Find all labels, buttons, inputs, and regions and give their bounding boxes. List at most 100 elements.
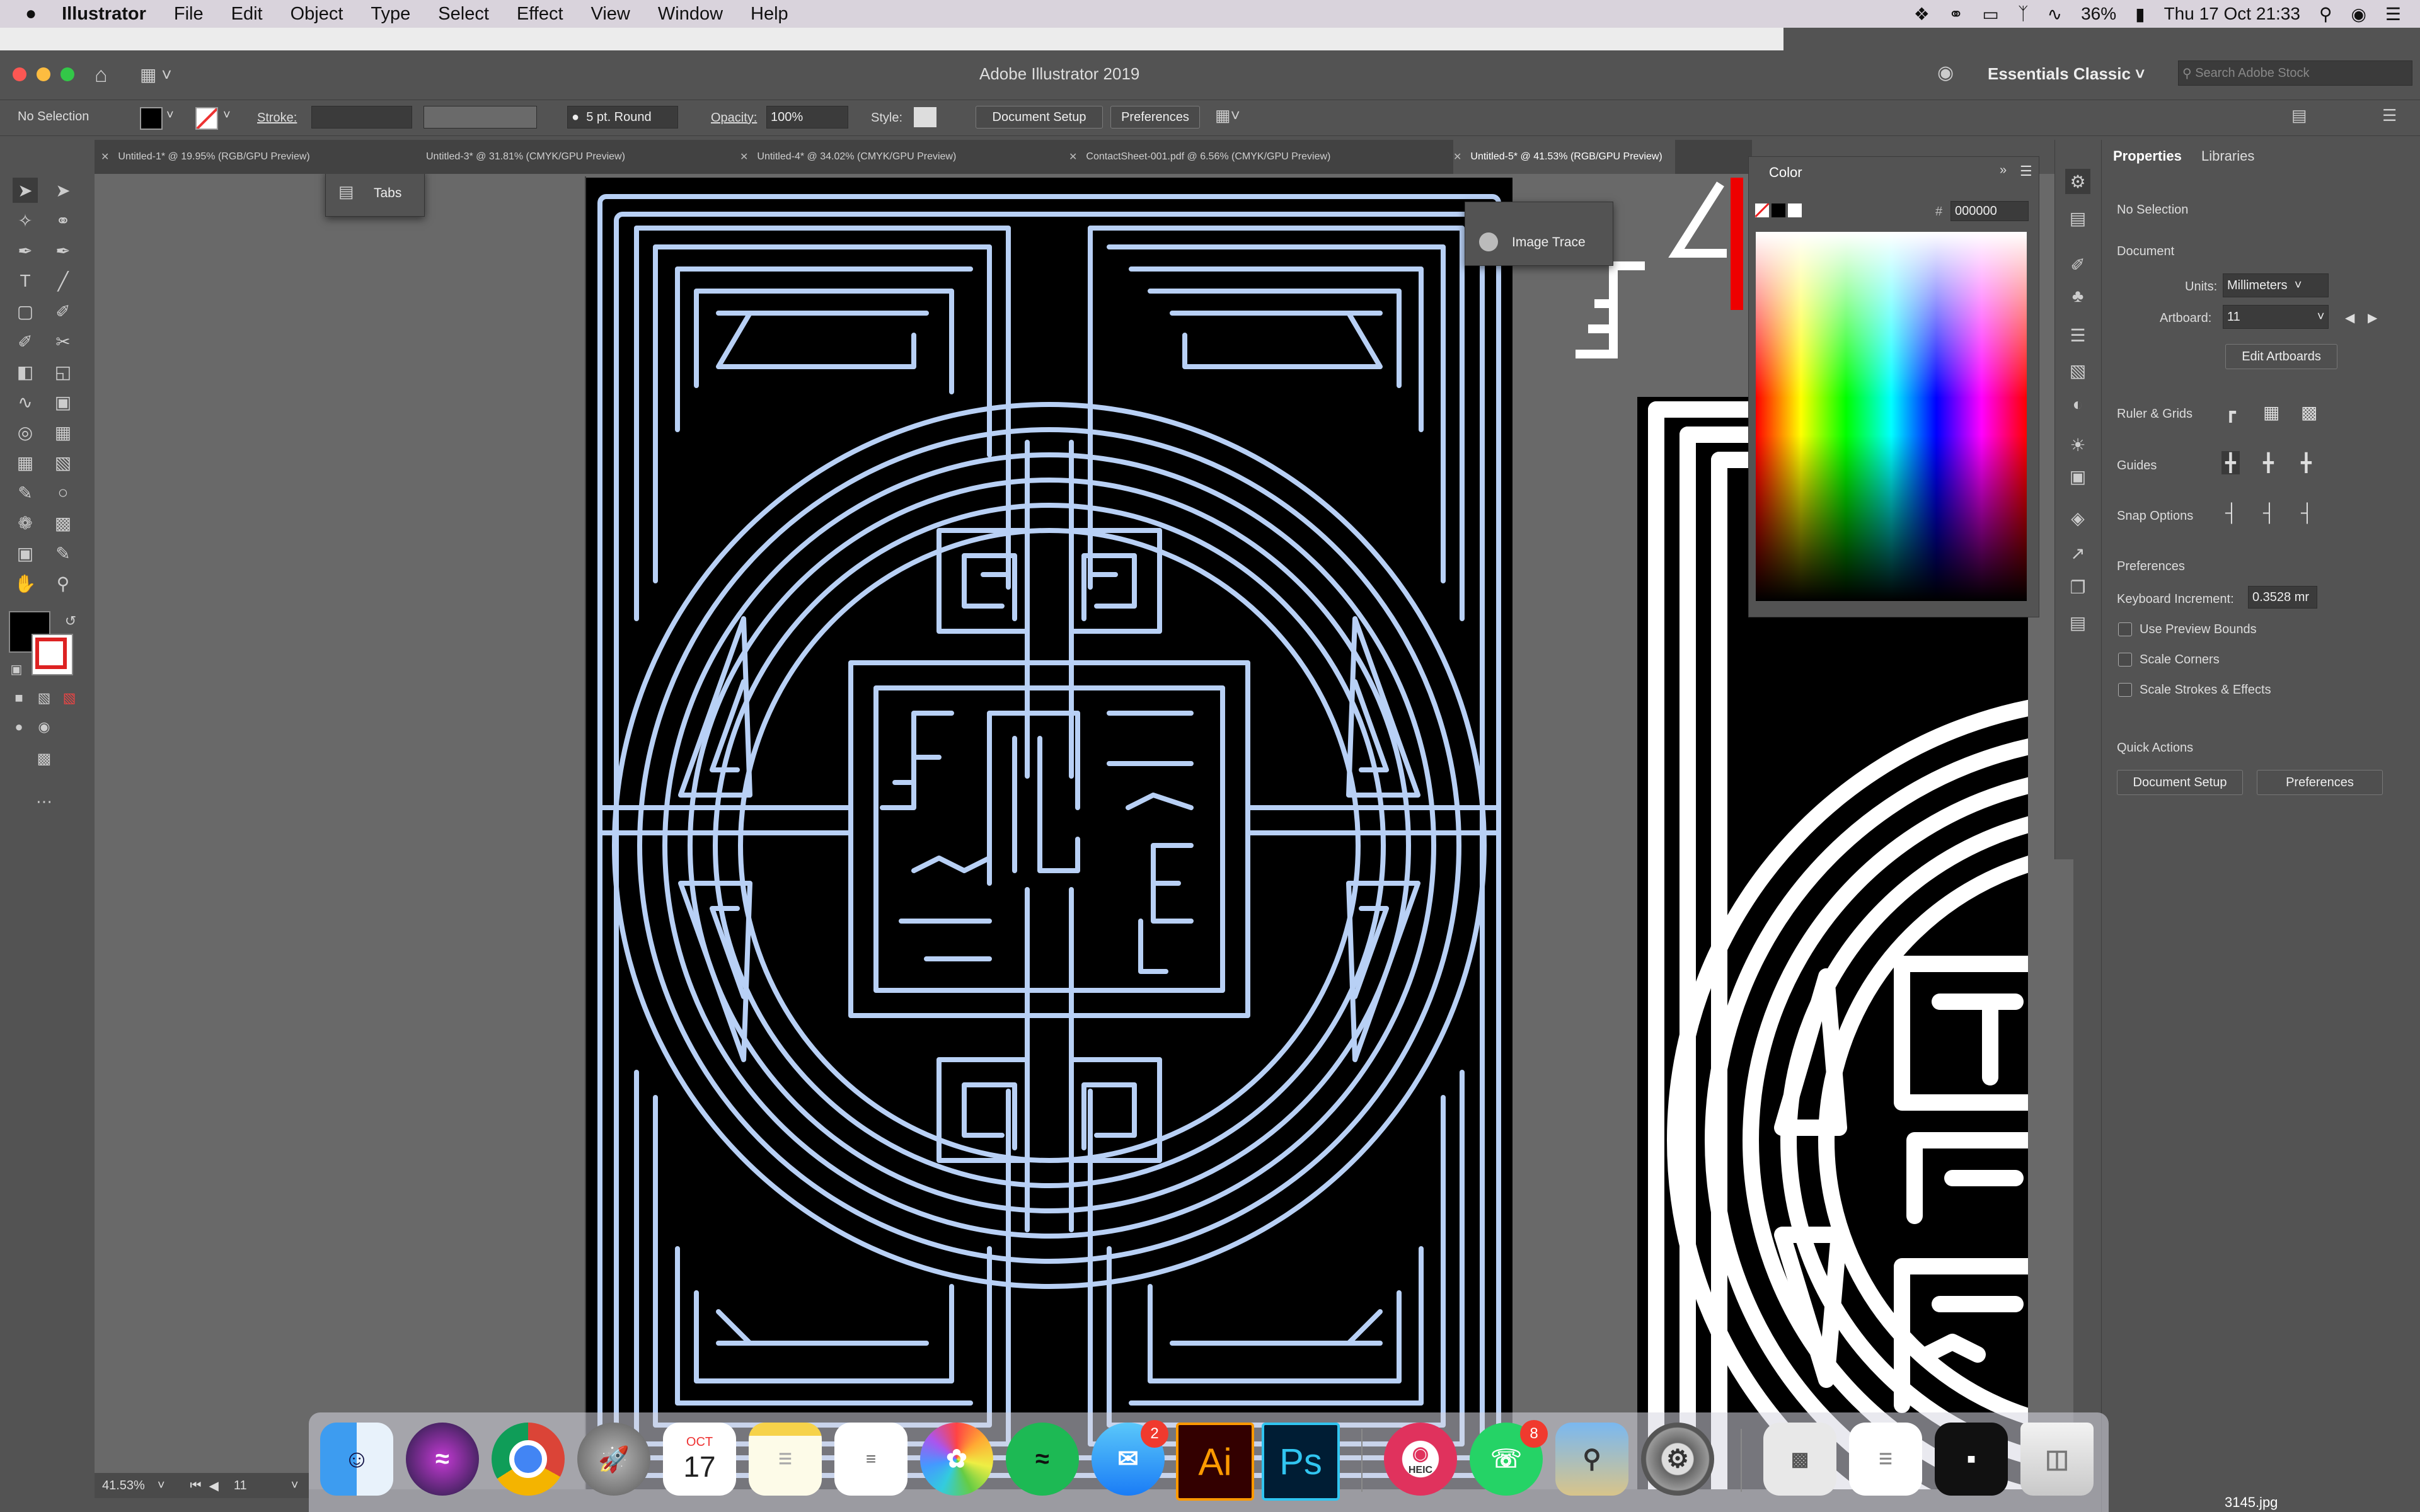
- lightbulb-icon[interactable]: ◉: [1937, 62, 1954, 84]
- quick-preferences-button[interactable]: Preferences: [2257, 770, 2383, 795]
- apple-menu-icon[interactable]: ●: [25, 3, 37, 25]
- stroke-panel-icon[interactable]: ☰: [2065, 323, 2090, 348]
- pen-tool-icon[interactable]: ✒: [13, 238, 38, 263]
- home-icon[interactable]: ⌂: [95, 63, 108, 88]
- reminders-icon[interactable]: ≡: [834, 1423, 908, 1496]
- preview-icon[interactable]: ⚲: [1555, 1423, 1628, 1496]
- export-icon[interactable]: ↗: [2065, 541, 2090, 566]
- menu-window[interactable]: Window: [658, 4, 723, 25]
- blend-tool-icon[interactable]: ○: [50, 480, 76, 505]
- siri-icon[interactable]: ≈: [406, 1423, 479, 1496]
- artboard-number[interactable]: 11: [234, 1479, 247, 1493]
- artboard-select[interactable]: 11 ˅: [2223, 305, 2329, 329]
- creative-cloud-icon[interactable]: ⚭: [1949, 4, 1963, 25]
- color-panel-menu-icon[interactable]: ☰: [2020, 163, 2032, 180]
- dropbox-icon[interactable]: ❖: [1914, 4, 1930, 25]
- artboards-panel-icon[interactable]: ❐: [2065, 575, 2090, 600]
- chrome-icon[interactable]: [492, 1423, 565, 1496]
- warp-tool-icon[interactable]: ∿: [13, 389, 38, 415]
- fill-swatch[interactable]: [140, 107, 163, 130]
- swap-fill-stroke-icon[interactable]: ↺: [58, 609, 83, 634]
- close-tab-icon[interactable]: ✕: [740, 151, 748, 163]
- none-mode-icon[interactable]: ▧: [57, 685, 82, 711]
- calendar-icon[interactable]: OCT 17: [663, 1423, 736, 1496]
- close-tab-icon[interactable]: ✕: [1453, 151, 1461, 163]
- asset-export-icon[interactable]: ▤: [2065, 610, 2090, 635]
- previous-artboard-icon[interactable]: ◀: [2345, 310, 2354, 326]
- workspace-switcher[interactable]: Essentials Classic ˅: [1988, 64, 2145, 84]
- notes-icon[interactable]: ☰: [749, 1423, 822, 1496]
- zoom-window-button[interactable]: [60, 67, 74, 81]
- rulers-icon[interactable]: ┏: [2225, 402, 2236, 423]
- perspective-grid-tool-icon[interactable]: ▦: [50, 420, 76, 445]
- edit-toolbar-icon[interactable]: ⋯: [32, 789, 57, 814]
- stroke-dropdown-icon[interactable]: ˅: [223, 108, 231, 123]
- magic-wand-tool-icon[interactable]: ✧: [13, 208, 38, 233]
- trash-icon[interactable]: ◫: [2020, 1423, 2094, 1496]
- illustrator-icon[interactable]: Ai: [1176, 1423, 1254, 1501]
- cc-libraries-icon[interactable]: ▤: [2065, 205, 2090, 231]
- reflect-tool-icon[interactable]: ◧: [13, 359, 38, 384]
- previous-artboard-nav-icon[interactable]: ◀: [209, 1478, 219, 1494]
- align-icon[interactable]: ▤: [2291, 106, 2307, 125]
- menu-object[interactable]: Object: [291, 4, 343, 25]
- scale-strokes-checkbox[interactable]: [2118, 683, 2132, 697]
- artboard-tool-icon[interactable]: ▣: [13, 541, 38, 566]
- default-fill-stroke-icon[interactable]: ▣: [4, 656, 29, 682]
- layers-icon[interactable]: ◈: [2065, 505, 2090, 530]
- stroke-swatch[interactable]: [195, 107, 218, 130]
- snap-to-grid-icon[interactable]: ┤: [2263, 503, 2276, 523]
- transparency-icon[interactable]: ◐: [2065, 392, 2090, 417]
- tab-untitled-1[interactable]: ✕ Untitled-1* @ 19.95% (RGB/GPU Preview): [101, 140, 310, 174]
- battery-level[interactable]: 36%: [2081, 4, 2116, 24]
- color-mode-icon[interactable]: ■: [6, 685, 32, 711]
- hand-tool-icon[interactable]: ✋: [13, 571, 38, 596]
- shape-builder-tool-icon[interactable]: ◎: [13, 420, 38, 445]
- opacity-input[interactable]: 100%: [766, 106, 848, 129]
- screen-mode-icon[interactable]: ▩: [32, 746, 57, 771]
- panel-collapse-icon[interactable]: »: [2000, 163, 2007, 178]
- notification-center-icon[interactable]: ☰: [2385, 4, 2401, 25]
- line-segment-tool-icon[interactable]: ╱: [50, 268, 76, 294]
- tab-contactsheet[interactable]: ✕ ContactSheet-001.pdf @ 6.56% (CMYK/GPU …: [1069, 140, 1330, 174]
- rectangle-tool-icon[interactable]: ▢: [13, 299, 38, 324]
- artboard-dropdown-icon[interactable]: ˅: [291, 1479, 299, 1493]
- hex-input[interactable]: 000000: [1950, 201, 2029, 221]
- color-spectrum-picker[interactable]: [1756, 232, 2027, 601]
- show-guides-icon[interactable]: ╋: [2221, 451, 2240, 474]
- brush-definition[interactable]: ● 5 pt. Round: [567, 106, 678, 129]
- appearance-icon[interactable]: ☀: [2065, 432, 2090, 457]
- zoom-tool-icon[interactable]: ⚲: [50, 571, 76, 596]
- stroke-color-box[interactable]: [32, 634, 73, 675]
- downloads-stack-icon[interactable]: ▩: [1763, 1423, 1836, 1496]
- artboard-maze-artwork[interactable]: [586, 178, 1512, 1489]
- image-trace-floating-panel[interactable]: Image Trace: [1465, 202, 1613, 266]
- snap-to-pixel-icon[interactable]: ┤: [2301, 503, 2313, 523]
- transparency-grid-icon[interactable]: ▩: [2301, 402, 2317, 423]
- search-stock-input[interactable]: ⚲ Search Adobe Stock: [2178, 60, 2412, 86]
- airplay-icon[interactable]: ▭: [1982, 4, 1998, 25]
- keyboard-increment-input[interactable]: 0.3528 mr: [2248, 586, 2317, 609]
- direct-selection-tool-icon[interactable]: ➤: [50, 178, 76, 203]
- tab-untitled-3[interactable]: Untitled-3* @ 31.81% (CMYK/GPU Preview): [417, 140, 625, 174]
- curvature-tool-icon[interactable]: ✒: [50, 238, 76, 263]
- heic-converter-icon[interactable]: ◉ HEIC: [1384, 1423, 1457, 1496]
- variable-width-profile[interactable]: [424, 106, 537, 129]
- free-transform-tool-icon[interactable]: ▣: [50, 389, 76, 415]
- gradient-mode-icon[interactable]: ▧: [32, 685, 57, 711]
- type-tool-icon[interactable]: T: [13, 268, 38, 294]
- document-setup-button[interactable]: Document Setup: [976, 106, 1103, 129]
- symbols-icon[interactable]: ♣: [2065, 284, 2090, 309]
- preferences-button[interactable]: Preferences: [1110, 106, 1200, 129]
- system-preferences-icon[interactable]: ⚙: [1641, 1423, 1714, 1496]
- slice-tool-icon[interactable]: ✎: [50, 541, 76, 566]
- units-select[interactable]: Millimeters ˅: [2223, 273, 2329, 297]
- panel-menu-icon[interactable]: ☰: [2382, 106, 2397, 125]
- desktop-file-label[interactable]: 3145.jpg: [2225, 1494, 2278, 1511]
- clock[interactable]: Thu 17 Oct 21:33: [2164, 4, 2300, 24]
- spotify-icon[interactable]: ≈: [1006, 1423, 1079, 1496]
- gradient-panel-icon[interactable]: ▧: [2065, 358, 2090, 383]
- none-color-swatch[interactable]: [1755, 203, 1769, 217]
- zoom-dropdown-icon[interactable]: ˅: [158, 1479, 165, 1493]
- scale-tool-icon[interactable]: ◱: [50, 359, 76, 384]
